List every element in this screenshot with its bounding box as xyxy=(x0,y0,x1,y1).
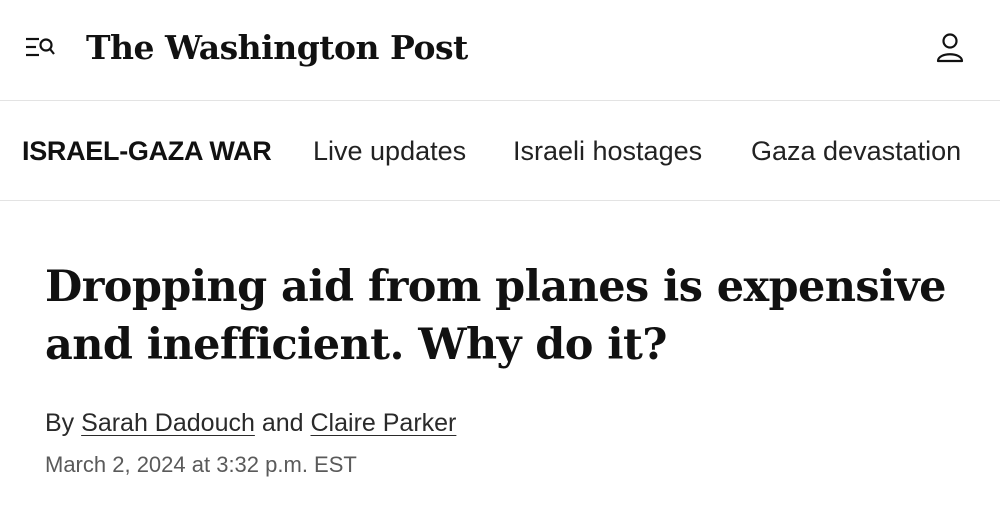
account-button[interactable] xyxy=(932,30,968,66)
byline-conjunction: and xyxy=(261,409,304,437)
byline: By Sarah Dadouch and Claire Parker xyxy=(45,407,456,439)
author-link-claire-parker[interactable]: Claire Parker xyxy=(311,409,457,437)
user-icon xyxy=(936,33,964,63)
nav-item-live-updates[interactable]: Live updates xyxy=(313,135,466,167)
article-headline: Dropping aid from planes is expensive an… xyxy=(45,262,946,370)
section-nav: ISRAEL-GAZA WAR Live updates Israeli hos… xyxy=(0,101,1000,201)
brand-logo[interactable]: The Washington Post xyxy=(86,23,468,73)
site-header: The Washington Post xyxy=(0,0,1000,101)
publish-timestamp: March 2, 2024 at 3:32 p.m. EST xyxy=(45,452,357,477)
nav-section-title[interactable]: ISRAEL-GAZA WAR xyxy=(22,135,272,167)
nav-item-israeli-hostages[interactable]: Israeli hostages xyxy=(513,135,702,167)
byline-prefix: By xyxy=(45,409,75,437)
menu-search-icon xyxy=(26,37,55,57)
author-link-sarah-dadouch[interactable]: Sarah Dadouch xyxy=(81,409,255,437)
nav-item-gaza-devastation[interactable]: Gaza devastation xyxy=(751,135,961,167)
menu-search-button[interactable] xyxy=(22,33,58,63)
